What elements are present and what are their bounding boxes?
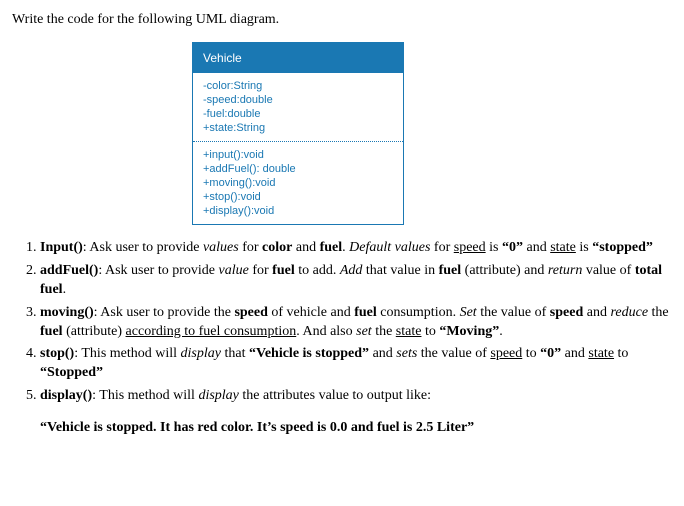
text-segment: fuel bbox=[272, 263, 295, 278]
text-segment: : Ask user to provide the bbox=[94, 305, 235, 320]
text-segment: consumption. bbox=[377, 305, 460, 320]
text-segment: for bbox=[249, 263, 272, 278]
text-segment: fuel bbox=[40, 324, 63, 339]
text-segment: to bbox=[522, 346, 540, 361]
uml-operation: +display():void bbox=[193, 204, 403, 218]
text-segment: to bbox=[421, 324, 439, 339]
text-segment: that bbox=[221, 346, 249, 361]
text-segment: display bbox=[198, 388, 238, 403]
text-segment: is bbox=[576, 240, 592, 255]
text-segment: speed bbox=[234, 305, 267, 320]
method-name: moving() bbox=[40, 305, 94, 320]
text-segment: Default values bbox=[349, 240, 430, 255]
text-segment: and bbox=[523, 240, 550, 255]
text-segment: reduce bbox=[610, 305, 648, 320]
uml-attributes-section: -color:String-speed:double-fuel:double+s… bbox=[193, 73, 403, 141]
text-segment: to bbox=[614, 346, 628, 361]
description-item: addFuel(): Ask user to provide value for… bbox=[40, 262, 672, 300]
text-segment: : Ask user to provide bbox=[98, 263, 218, 278]
text-segment: : Ask user to provide bbox=[83, 240, 203, 255]
text-segment: the value of bbox=[477, 305, 550, 320]
text-segment: the bbox=[372, 324, 396, 339]
text-segment: set bbox=[356, 324, 372, 339]
text-segment: the bbox=[648, 305, 669, 320]
text-segment: state bbox=[396, 324, 422, 339]
text-segment: value bbox=[219, 263, 249, 278]
text-segment: according to fuel consumption bbox=[126, 324, 297, 339]
text-segment: color bbox=[262, 240, 292, 255]
description-item: stop(): This method will display that “V… bbox=[40, 345, 672, 383]
text-segment: state bbox=[588, 346, 614, 361]
uml-attribute: -fuel:double bbox=[193, 107, 403, 121]
description-item: Input(): Ask user to provide values for … bbox=[40, 239, 672, 258]
text-segment: for bbox=[239, 240, 262, 255]
method-name: addFuel() bbox=[40, 263, 98, 278]
uml-attribute: +state:String bbox=[193, 121, 403, 135]
text-segment: value of bbox=[582, 263, 634, 278]
description-item: moving(): Ask user to provide the speed … bbox=[40, 304, 672, 342]
sample-output-text: “Vehicle is stopped. It has red color. I… bbox=[40, 420, 672, 436]
uml-class-name: Vehicle bbox=[193, 43, 403, 73]
text-segment: and bbox=[292, 240, 319, 255]
text-segment: . bbox=[499, 324, 503, 339]
text-segment: display bbox=[181, 346, 221, 361]
text-segment: and bbox=[583, 305, 610, 320]
text-segment: state bbox=[550, 240, 576, 255]
text-segment: (attribute) and bbox=[461, 263, 548, 278]
text-segment: “Vehicle is stopped” bbox=[249, 346, 369, 361]
uml-operation: +moving():void bbox=[193, 176, 403, 190]
text-segment: values bbox=[203, 240, 239, 255]
uml-operations-section: +input():void+addFuel(): double+moving()… bbox=[193, 141, 403, 224]
uml-attribute: -speed:double bbox=[193, 93, 403, 107]
text-segment: of vehicle and bbox=[268, 305, 354, 320]
text-segment: “0” bbox=[502, 240, 523, 255]
text-segment: : This method will bbox=[92, 388, 198, 403]
uml-diagram: Vehicle -color:String-speed:double-fuel:… bbox=[192, 42, 404, 225]
text-segment: sets bbox=[396, 346, 417, 361]
text-segment: . And also bbox=[296, 324, 356, 339]
method-name: display() bbox=[40, 388, 92, 403]
uml-operation: +addFuel(): double bbox=[193, 162, 403, 176]
text-segment: “0” bbox=[540, 346, 561, 361]
text-segment: “stopped” bbox=[592, 240, 653, 255]
text-segment: “Moving” bbox=[439, 324, 499, 339]
text-segment: for bbox=[430, 240, 453, 255]
uml-container: Vehicle -color:String-speed:double-fuel:… bbox=[12, 42, 672, 225]
text-segment: fuel bbox=[439, 263, 462, 278]
method-name: Input() bbox=[40, 240, 83, 255]
text-segment: . bbox=[63, 282, 67, 297]
text-segment: speed bbox=[490, 346, 522, 361]
text-segment: the attributes value to output like: bbox=[239, 388, 431, 403]
uml-attribute: -color:String bbox=[193, 79, 403, 93]
text-segment: fuel bbox=[354, 305, 377, 320]
text-segment: that value in bbox=[362, 263, 438, 278]
text-segment: and bbox=[369, 346, 396, 361]
uml-operation: +input():void bbox=[193, 148, 403, 162]
text-segment: : This method will bbox=[74, 346, 180, 361]
question-prompt: Write the code for the following UML dia… bbox=[12, 12, 672, 28]
text-segment: fuel bbox=[320, 240, 343, 255]
text-segment: Set bbox=[460, 305, 477, 320]
text-segment: the value of bbox=[417, 346, 490, 361]
text-segment: is bbox=[486, 240, 502, 255]
text-segment: to add. bbox=[295, 263, 340, 278]
text-segment: speed bbox=[550, 305, 583, 320]
method-name: stop() bbox=[40, 346, 74, 361]
text-segment: return bbox=[548, 263, 582, 278]
method-description-list: Input(): Ask user to provide values for … bbox=[12, 239, 672, 406]
description-item: display(): This method will display the … bbox=[40, 387, 672, 406]
uml-operation: +stop():void bbox=[193, 190, 403, 204]
text-segment: (attribute) bbox=[63, 324, 126, 339]
text-segment: Add bbox=[340, 263, 363, 278]
text-segment: “Stopped” bbox=[40, 365, 103, 380]
text-segment: and bbox=[561, 346, 588, 361]
text-segment: speed bbox=[454, 240, 486, 255]
